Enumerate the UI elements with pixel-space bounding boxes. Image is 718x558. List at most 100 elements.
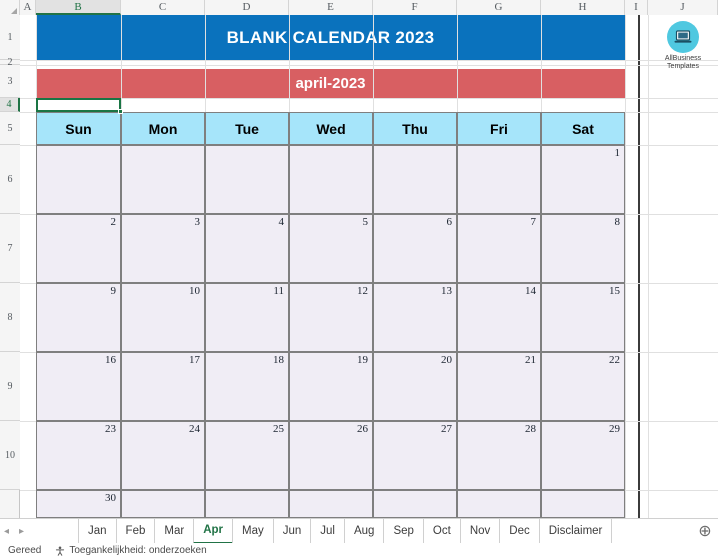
- day-header-sun[interactable]: Sun: [36, 112, 121, 145]
- day-cell-23[interactable]: 23: [36, 421, 121, 490]
- day-cell-25[interactable]: 25: [205, 421, 289, 490]
- day-cell-27[interactable]: 27: [373, 421, 457, 490]
- day-header-mon[interactable]: Mon: [121, 112, 205, 145]
- day-cell-empty[interactable]: [457, 490, 541, 518]
- day-cell-4[interactable]: 4: [205, 214, 289, 283]
- day-cell-17[interactable]: 17: [121, 352, 205, 421]
- day-header-thu[interactable]: Thu: [373, 112, 457, 145]
- row-header-8[interactable]: 8: [0, 283, 20, 352]
- day-cell-20[interactable]: 20: [373, 352, 457, 421]
- day-cell-30[interactable]: 30: [36, 490, 121, 518]
- day-cell-18[interactable]: 18: [205, 352, 289, 421]
- day-cell-15[interactable]: 15: [541, 283, 625, 352]
- row-header-label: 9: [7, 381, 13, 392]
- day-cell-26[interactable]: 26: [289, 421, 373, 490]
- day-cell-empty[interactable]: [205, 490, 289, 518]
- status-bar: Gereed Toegankelijkheid: onderzoeken: [0, 543, 718, 558]
- sheet-tab-nov[interactable]: Nov: [459, 518, 499, 544]
- row-header-1[interactable]: 1: [0, 15, 20, 60]
- day-cell-empty[interactable]: [289, 145, 373, 214]
- column-header-b[interactable]: B: [36, 0, 121, 15]
- day-cell-28[interactable]: 28: [457, 421, 541, 490]
- day-cell-empty[interactable]: [541, 490, 625, 518]
- select-all-corner[interactable]: [0, 0, 20, 15]
- day-cell-11[interactable]: 11: [205, 283, 289, 352]
- sheet-tab-dec[interactable]: Dec: [499, 518, 538, 544]
- day-cell-19[interactable]: 19: [289, 352, 373, 421]
- day-header-tue[interactable]: Tue: [205, 112, 289, 145]
- sheet-tab-aug[interactable]: Aug: [343, 518, 383, 544]
- row-header-7[interactable]: 7: [0, 214, 20, 283]
- day-cell-8[interactable]: 8: [541, 214, 625, 283]
- sheet-tab-jul[interactable]: Jul: [310, 518, 344, 544]
- previous-sheet-icon[interactable]: ◂: [4, 526, 9, 537]
- column-header-c[interactable]: C: [121, 0, 205, 15]
- row-header-3[interactable]: 3: [0, 65, 20, 98]
- column-header-a[interactable]: A: [20, 0, 36, 15]
- row-header-label: 7: [7, 243, 13, 254]
- day-header-wed[interactable]: Wed: [289, 112, 373, 145]
- sheet-tab-oct[interactable]: Oct: [422, 518, 460, 544]
- day-cell-empty[interactable]: [373, 145, 457, 214]
- logo-text: AllBusiness Templates: [650, 55, 716, 71]
- excel-window: ABCDEFGHIJ 1 2 3 4 5 6 7 8 9 10 BLANK CALENDAR 20…: [0, 0, 718, 558]
- row-header-label: 4: [6, 99, 12, 110]
- sheet-tab-may[interactable]: May: [232, 518, 273, 544]
- column-header-d[interactable]: D: [205, 0, 289, 15]
- day-cell-3[interactable]: 3: [121, 214, 205, 283]
- sheet-tab-disclaimer[interactable]: Disclaimer: [538, 518, 613, 544]
- selected-cell-b4[interactable]: [36, 98, 121, 112]
- sheet-tab-feb[interactable]: Feb: [115, 518, 155, 544]
- day-cell-empty[interactable]: [121, 145, 205, 214]
- spreadsheet-grid[interactable]: BLANK CALENDAR 2023 april-2023 AllBusine…: [20, 15, 718, 518]
- day-cell-29[interactable]: 29: [541, 421, 625, 490]
- accessibility-icon: [56, 546, 65, 556]
- calendar-title-cell[interactable]: BLANK CALENDAR 2023: [36, 15, 625, 60]
- day-cell-13[interactable]: 13: [373, 283, 457, 352]
- column-header-e[interactable]: E: [289, 0, 373, 15]
- day-cell-14[interactable]: 14: [457, 283, 541, 352]
- day-cell-1[interactable]: 1: [541, 145, 625, 214]
- day-cell-empty[interactable]: [373, 490, 457, 518]
- sheet-tab-jan[interactable]: Jan: [78, 518, 116, 544]
- day-cell-7[interactable]: 7: [457, 214, 541, 283]
- day-cell-9[interactable]: 9: [36, 283, 121, 352]
- day-cell-empty[interactable]: [205, 145, 289, 214]
- day-cell-empty[interactable]: [36, 145, 121, 214]
- sheet-tab-mar[interactable]: Mar: [154, 518, 193, 544]
- column-header-h[interactable]: H: [541, 0, 625, 15]
- column-header-g[interactable]: G: [457, 0, 541, 15]
- day-cell-empty[interactable]: [121, 490, 205, 518]
- row-header-label: 10: [5, 450, 15, 461]
- day-cell-22[interactable]: 22: [541, 352, 625, 421]
- sheet-tab-sep[interactable]: Sep: [383, 518, 422, 544]
- day-cell-10[interactable]: 10: [121, 283, 205, 352]
- next-sheet-icon[interactable]: ▸: [19, 526, 24, 537]
- day-cell-empty[interactable]: [457, 145, 541, 214]
- day-cell-16[interactable]: 16: [36, 352, 121, 421]
- day-header-fri[interactable]: Fri: [457, 112, 541, 145]
- row-header-4[interactable]: 4: [0, 98, 20, 112]
- row-header-5[interactable]: 5: [0, 112, 20, 145]
- row-header-6[interactable]: 6: [0, 145, 20, 214]
- fill-handle[interactable]: [118, 109, 123, 114]
- day-cell-24[interactable]: 24: [121, 421, 205, 490]
- column-header-j[interactable]: J: [648, 0, 718, 15]
- accessibility-status[interactable]: Toegankelijkheid: onderzoeken: [55, 545, 207, 556]
- day-cell-5[interactable]: 5: [289, 214, 373, 283]
- row-header-10[interactable]: 10: [0, 421, 20, 490]
- logo-line-1: AllBusiness: [664, 55, 702, 62]
- day-cell-12[interactable]: 12: [289, 283, 373, 352]
- day-header-sat[interactable]: Sat: [541, 112, 625, 145]
- column-header-i[interactable]: I: [625, 0, 648, 15]
- day-cell-2[interactable]: 2: [36, 214, 121, 283]
- day-cell-21[interactable]: 21: [457, 352, 541, 421]
- row-header-9[interactable]: 9: [0, 352, 20, 421]
- sheet-tab-apr[interactable]: Apr: [193, 518, 232, 544]
- add-sheet-button[interactable]: ⊕: [692, 521, 718, 541]
- column-header-f[interactable]: F: [373, 0, 457, 15]
- calendar-month-cell[interactable]: april-2023: [36, 69, 625, 98]
- day-cell-empty[interactable]: [289, 490, 373, 518]
- day-cell-6[interactable]: 6: [373, 214, 457, 283]
- sheet-tab-jun[interactable]: Jun: [272, 518, 311, 544]
